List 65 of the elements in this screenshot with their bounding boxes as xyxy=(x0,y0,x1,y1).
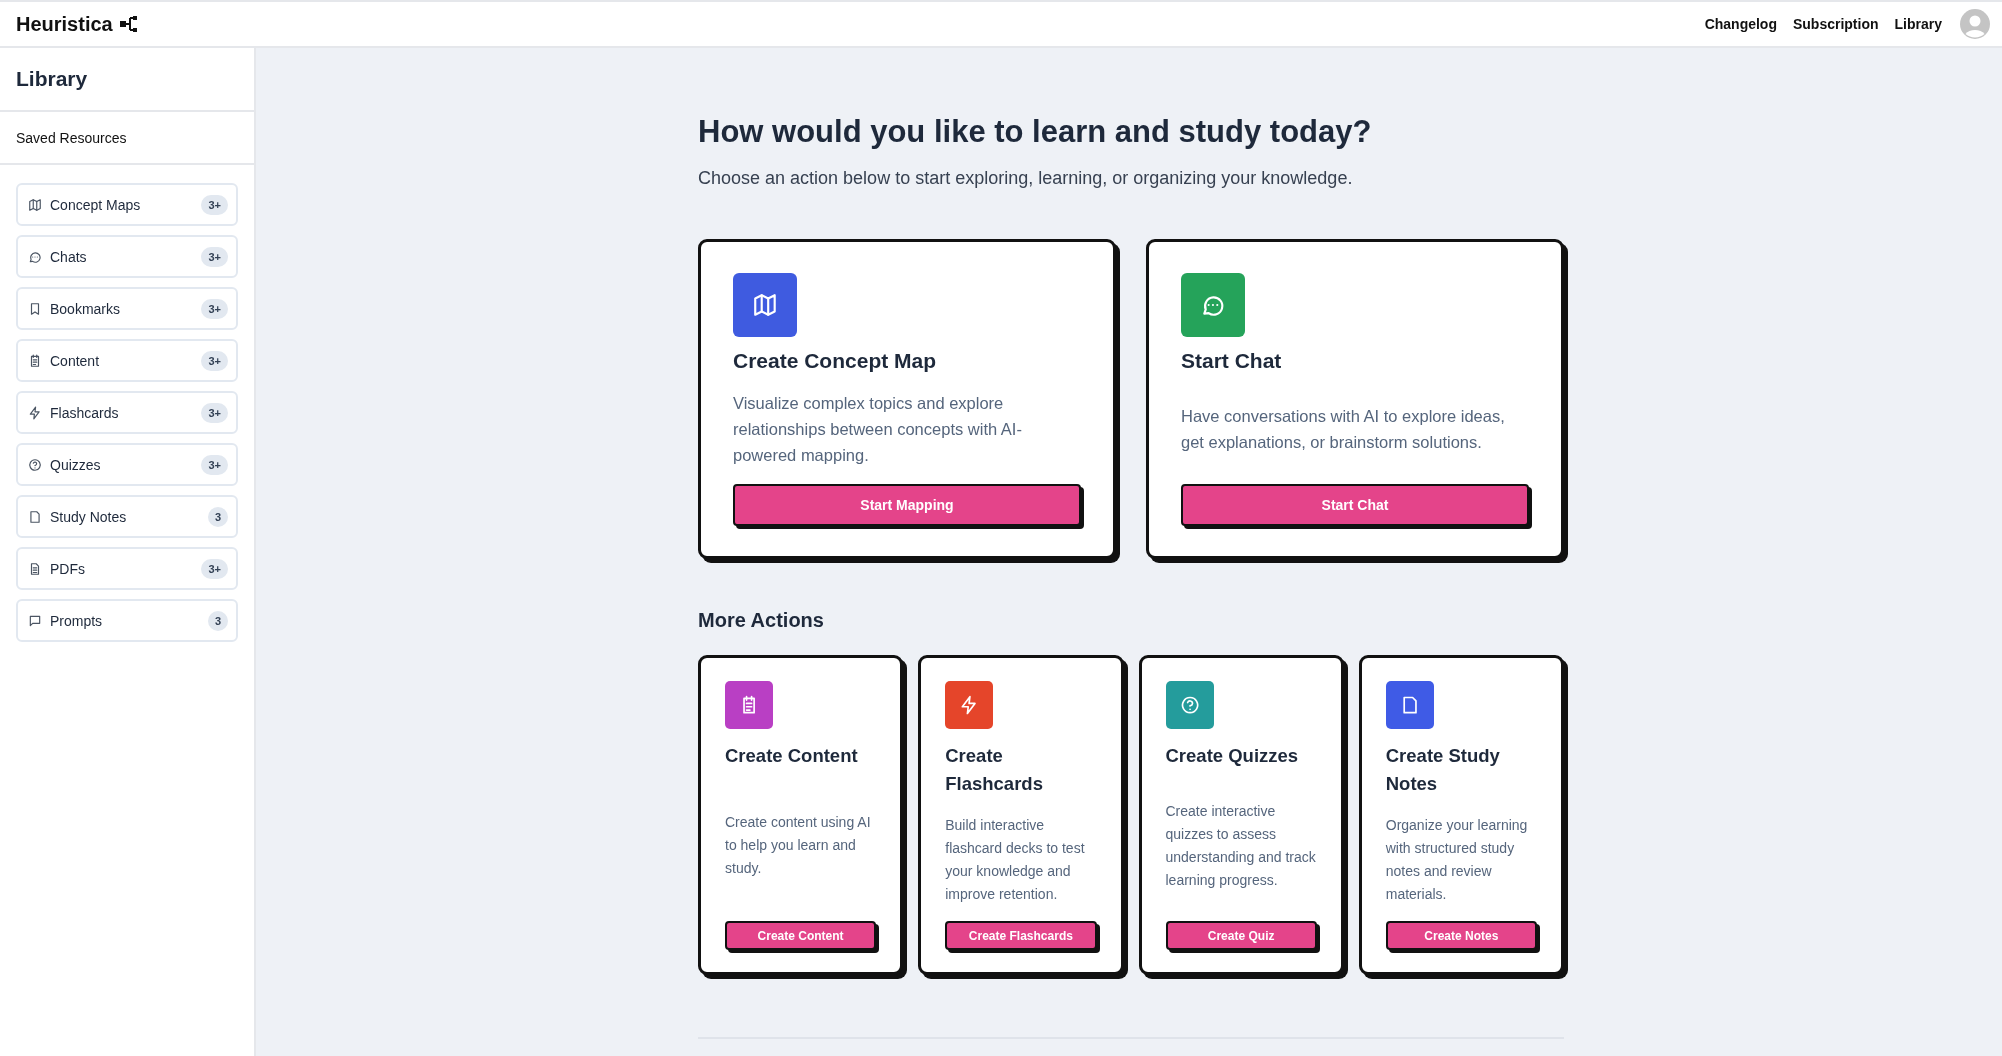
card-description: Have conversations with AI to explore ideas, get explanations, or brainstorm solutions. xyxy=(1181,405,1506,453)
action-button[interactable]: Create Content xyxy=(725,921,877,950)
item-label: Quizzes xyxy=(50,456,102,473)
count-badge: 3+ xyxy=(201,246,228,267)
logo-text[interactable]: Heuristica xyxy=(16,12,113,36)
sidebar-item[interactable]: Content 3+ xyxy=(16,339,238,382)
map-icon xyxy=(28,197,42,212)
sidebar-item[interactable]: PDFs 3+ xyxy=(16,547,238,590)
sidebar-title: Library xyxy=(16,67,88,91)
section-label: Saved Resources xyxy=(16,129,127,146)
count-badge: 3+ xyxy=(201,558,228,579)
clipboard-icon xyxy=(28,353,42,368)
count-badge: 3 xyxy=(207,610,228,631)
sidebar-item[interactable]: Concept Maps 3+ xyxy=(16,183,238,226)
count-badge: 3+ xyxy=(201,194,228,215)
action-button[interactable]: Create Quiz xyxy=(1165,921,1317,950)
sidebar-item[interactable]: Chats 3+ xyxy=(16,235,238,278)
count-badge: 3+ xyxy=(201,350,228,371)
page-heading: How would you like to learn and study today? xyxy=(698,114,1373,150)
question-icon xyxy=(28,457,42,472)
item-label: Flashcards xyxy=(50,404,120,421)
item-label: Prompts xyxy=(50,612,104,629)
card-description: Visualize complex topics and explore relationships between concepts with AI-powered mapping. xyxy=(733,392,1023,466)
sidebar-item[interactable]: Flashcards 3+ xyxy=(16,391,238,434)
sidebar-item[interactable]: Prompts 3 xyxy=(16,599,238,642)
card-title: Start Chat xyxy=(1181,349,1283,373)
file-icon xyxy=(28,509,42,524)
item-label: Study Notes xyxy=(50,508,128,525)
card-title: Create Study Notes xyxy=(1385,744,1501,796)
sidebar-item[interactable]: Bookmarks 3+ xyxy=(16,287,238,330)
card-title: Create Content xyxy=(725,744,859,768)
item-label: PDFs xyxy=(50,560,86,577)
sidebar-item[interactable]: Study Notes 3 xyxy=(16,495,238,538)
card-description: Organize your learning with structured study notes and review materials. xyxy=(1385,815,1529,904)
card-title: Create Quizzes xyxy=(1165,744,1300,768)
card-description: Create content using AI to help you learn and study. xyxy=(725,813,872,878)
section-heading: More Actions xyxy=(698,609,825,632)
count-badge: 3+ xyxy=(201,298,228,319)
logo-icon xyxy=(118,14,139,34)
card-title: Create Concept Map xyxy=(733,349,938,373)
card-description: Create interactive quizzes to assess understanding and track learning progress. xyxy=(1165,801,1317,890)
bookmark-icon xyxy=(28,301,42,316)
page-subheading: Choose an action below to start exploring, learning, or organizing your knowledge. xyxy=(698,168,1354,189)
message-icon xyxy=(28,613,42,628)
nav-link[interactable]: Library xyxy=(1894,16,1942,32)
action-button[interactable]: Create Flashcards xyxy=(945,921,1097,950)
nav-link[interactable]: Subscription xyxy=(1792,16,1879,32)
doc-icon xyxy=(28,561,42,576)
item-label: Chats xyxy=(50,248,88,265)
nav-link[interactable]: Changelog xyxy=(1704,16,1777,32)
sidebar-item[interactable]: Quizzes 3+ xyxy=(16,443,238,486)
action-button[interactable]: Start Chat xyxy=(1181,484,1529,526)
item-label: Bookmarks xyxy=(50,300,122,317)
avatar-icon[interactable] xyxy=(1960,9,1990,39)
action-button[interactable]: Create Notes xyxy=(1385,921,1537,950)
item-label: Content xyxy=(50,352,101,369)
count-badge: 3 xyxy=(207,506,228,527)
item-label: Concept Maps xyxy=(50,196,142,213)
bolt-icon xyxy=(28,405,42,420)
count-badge: 3+ xyxy=(201,454,228,475)
chat-icon xyxy=(28,249,42,264)
action-button[interactable]: Start Mapping xyxy=(733,484,1081,526)
count-badge: 3+ xyxy=(201,402,228,423)
card-description: Build interactive flashcard decks to test your knowledge and improve retention. xyxy=(945,815,1086,904)
card-title: Create Flashcards xyxy=(945,744,1044,796)
